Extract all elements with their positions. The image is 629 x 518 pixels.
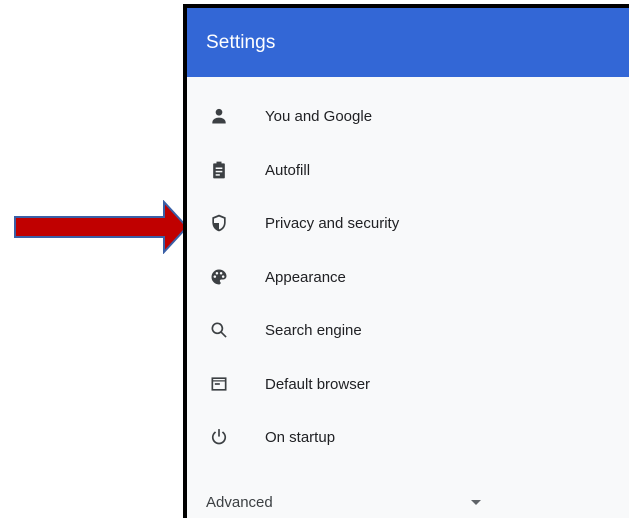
power-icon	[209, 427, 229, 447]
menu-item-on-startup[interactable]: On startup	[187, 417, 629, 457]
menu-item-label: You and Google	[265, 107, 373, 125]
menu-item-label: Default browser	[265, 375, 371, 393]
advanced-section-toggle[interactable]: Advanced	[187, 486, 629, 518]
palette-icon	[209, 267, 229, 287]
clipboard-icon	[209, 160, 229, 180]
menu-item-privacy-and-security[interactable]: Privacy and security	[187, 203, 629, 243]
chevron-down-icon	[471, 500, 481, 505]
menu-item-label: On startup	[265, 428, 336, 446]
screenshot-frame: Settings You and Google Autofill Privacy…	[183, 4, 629, 518]
menu-item-label: Autofill	[265, 161, 311, 179]
page-title: Settings	[206, 31, 276, 53]
search-icon	[209, 320, 229, 340]
browser-window-icon	[209, 374, 229, 394]
advanced-label: Advanced	[206, 493, 273, 511]
menu-item-default-browser[interactable]: Default browser	[187, 364, 629, 404]
settings-panel: Settings You and Google Autofill Privacy…	[187, 8, 629, 518]
shield-icon	[209, 213, 229, 233]
menu-item-appearance[interactable]: Appearance	[187, 257, 629, 297]
menu-item-search-engine[interactable]: Search engine	[187, 310, 629, 350]
screenshot-stage: Settings You and Google Autofill Privacy…	[0, 0, 629, 518]
menu-item-label: Search engine	[265, 321, 362, 339]
menu-item-you-and-google[interactable]: You and Google	[187, 96, 629, 136]
red-arrow-annotation	[14, 200, 189, 254]
settings-header: Settings	[187, 8, 629, 77]
person-icon	[209, 106, 229, 126]
menu-item-label: Privacy and security	[265, 214, 400, 232]
menu-item-label: Appearance	[265, 268, 346, 286]
menu-item-autofill[interactable]: Autofill	[187, 150, 629, 190]
